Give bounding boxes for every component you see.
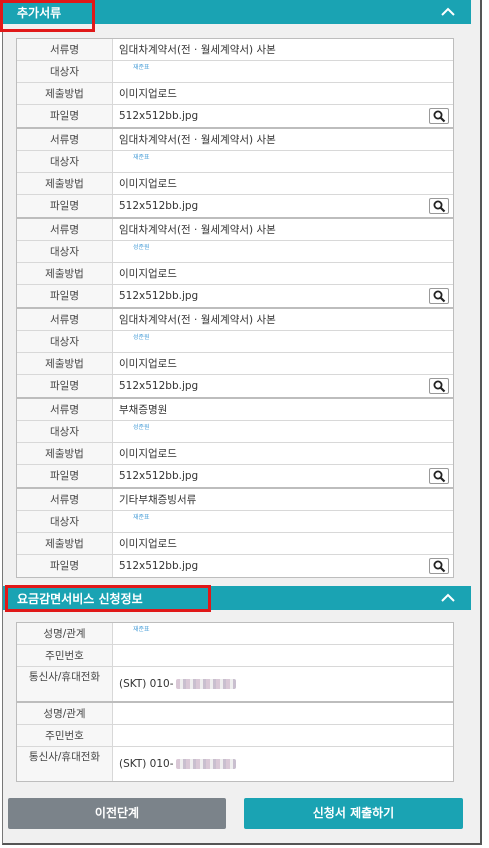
file-label: 파일명 [17,555,113,577]
method-label: 제출방법 [17,353,113,374]
name-label: 성명/관계 [17,703,113,724]
search-icon [433,110,446,123]
target-label: 대상자 [17,511,113,532]
carrier-label: 통신사/휴대전화 [17,667,113,701]
file-value: 512x512bb.jpg [119,290,199,302]
target-label: 대상자 [17,151,113,172]
search-icon [433,290,446,303]
applicant-group: 성명/관계 주민번호 통신사/휴대전화 (SKT) 010- [16,702,454,782]
method-label: 제출방법 [17,263,113,284]
file-label: 파일명 [17,105,113,127]
method-value: 이미지업로드 [119,178,177,190]
applicant-group: 성명/관계 재준표 주민번호 통신사/휴대전화 (SKT) 010- [16,622,454,702]
carrier-text: (SKT) 010- [119,758,174,770]
doc-label: 서류명 [17,489,113,510]
file-value: 512x512bb.jpg [119,110,199,122]
target-value: 성준원 [133,424,150,431]
id-value [119,645,423,666]
doc-value: 임대차계약서(전 · 월세계약서) 사본 [119,224,276,236]
target-label: 대상자 [17,241,113,262]
method-label: 제출방법 [17,173,113,194]
file-value: 512x512bb.jpg [119,200,199,212]
doc-value: 임대차계약서(전 · 월세계약서) 사본 [119,44,276,56]
id-label: 주민번호 [17,645,113,666]
doc-label: 서류명 [17,219,113,240]
target-value: 재준표 [133,154,150,161]
target-value: 재준표 [133,64,150,71]
chevron-up-icon[interactable] [439,3,457,21]
carrier-text: (SKT) 010- [119,678,174,690]
submit-application-button[interactable]: 신청서 제출하기 [244,798,463,829]
target-label: 대상자 [17,331,113,352]
target-value: 성준원 [133,334,150,341]
target-label: 대상자 [17,421,113,442]
file-label: 파일명 [17,285,113,307]
doc-label: 서류명 [17,39,113,60]
method-value: 이미지업로드 [119,358,177,370]
target-value: 재준표 [133,514,150,521]
carrier-value: (SKT) 010- [119,667,423,701]
method-value: 이미지업로드 [119,448,177,460]
file-value: 512x512bb.jpg [119,470,199,482]
doc-value: 기타부채증빙서류 [119,494,197,506]
carrier-label: 통신사/휴대전화 [17,747,113,781]
file-search-button[interactable] [429,468,449,484]
name-label: 성명/관계 [17,623,113,644]
file-search-button[interactable] [429,288,449,304]
doc-group: 서류명 부채증명원 대상자 성준원 제출방법 이미지업로드 파일명 512x512bb.… [16,398,454,488]
search-icon [433,200,446,213]
doc-label: 서류명 [17,129,113,150]
masked-number [175,759,236,769]
file-search-button[interactable] [429,108,449,124]
highlight-box [0,0,95,32]
chevron-up-icon[interactable] [439,589,457,607]
method-value: 이미지업로드 [119,268,177,280]
name-value: 재준표 [133,626,150,633]
search-icon [433,470,446,483]
doc-group: 서류명 임대차계약서(전 · 월세계약서) 사본 대상자 재준표 제출방법 이미지업로… [16,128,454,218]
doc-value: 임대차계약서(전 · 월세계약서) 사본 [119,134,276,146]
doc-value: 임대차계약서(전 · 월세계약서) 사본 [119,314,276,326]
target-value: 성준원 [133,244,150,251]
file-search-button[interactable] [429,378,449,394]
file-label: 파일명 [17,375,113,397]
id-value [119,725,423,746]
masked-number [175,679,236,689]
file-label: 파일명 [17,465,113,487]
name-value [133,704,423,725]
file-search-button[interactable] [429,558,449,574]
file-value: 512x512bb.jpg [119,380,199,392]
highlight-box [5,585,211,612]
doc-label: 서류명 [17,399,113,420]
target-label: 대상자 [17,61,113,82]
method-value: 이미지업로드 [119,538,177,550]
doc-group: 서류명 임대차계약서(전 · 월세계약서) 사본 대상자 성준원 제출방법 이미지업로… [16,218,454,308]
file-search-button[interactable] [429,198,449,214]
method-label: 제출방법 [17,83,113,104]
doc-group: 서류명 기타부채증빙서류 대상자 재준표 제출방법 이미지업로드 파일명 512x512… [16,488,454,578]
doc-group: 서류명 임대차계약서(전 · 월세계약서) 사본 대상자 성준원 제출방법 이미지업로… [16,308,454,398]
id-label: 주민번호 [17,725,113,746]
doc-label: 서류명 [17,309,113,330]
search-icon [433,380,446,393]
doc-value: 부채증명원 [119,404,168,416]
doc-group: 서류명 임대차계약서(전 · 월세계약서) 사본 대상자 재준표 제출방법 이미지업로… [16,38,454,128]
carrier-value: (SKT) 010- [119,747,423,781]
file-value: 512x512bb.jpg [119,560,199,572]
prev-step-button[interactable]: 이전단계 [8,798,226,829]
method-label: 제출방법 [17,533,113,554]
method-label: 제출방법 [17,443,113,464]
search-icon [433,560,446,573]
method-value: 이미지업로드 [119,88,177,100]
file-label: 파일명 [17,195,113,217]
